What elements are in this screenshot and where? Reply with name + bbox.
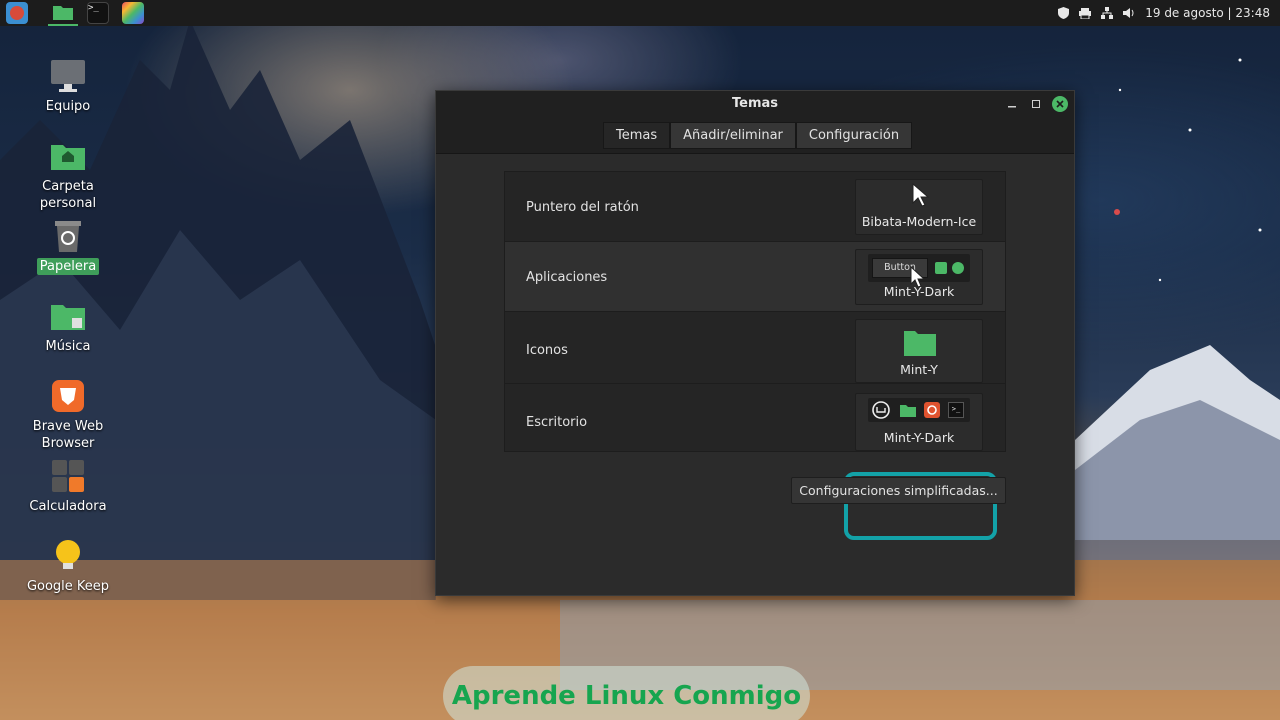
row-desktop: Escritorio >_ Mint-Y-Dark <box>505 384 1005 451</box>
row-label: Escritorio <box>526 414 588 430</box>
trash-icon <box>50 218 86 254</box>
printer-icon[interactable] <box>1079 7 1092 19</box>
tab-bar: Temas Añadir/eliminar Configuración <box>603 122 913 149</box>
tab-configuracion[interactable]: Configuración <box>795 122 913 149</box>
desktop-icon-label: Google Keep <box>26 579 110 594</box>
volume-icon[interactable] <box>1123 7 1135 19</box>
mouse-pointer-theme-button[interactable]: Bibata-Modern-Ice <box>855 179 983 235</box>
watermark: Aprende Linux Conmigo <box>443 666 810 720</box>
sample-radio-icon <box>952 262 964 274</box>
close-button[interactable] <box>1052 96 1068 112</box>
desktop-icon-musica[interactable]: Música <box>23 298 113 355</box>
computer-icon <box>50 58 86 94</box>
home-folder-icon <box>50 138 86 174</box>
keep-icon <box>50 538 86 574</box>
menu-launcher[interactable] <box>2 0 32 26</box>
maximize-button[interactable] <box>1028 96 1044 112</box>
top-panel: >_ 19 de agosto | 23:48 <box>0 0 1280 26</box>
brave-icon <box>50 378 86 414</box>
desktop-icon-google-keep[interactable]: Google Keep <box>23 538 113 595</box>
system-tray: 19 de agosto | 23:48 <box>1057 0 1270 26</box>
minimize-icon <box>1008 106 1016 108</box>
mouse-cursor-icon <box>910 266 926 288</box>
row-label: Aplicaciones <box>526 269 608 285</box>
maximize-icon <box>1032 100 1040 108</box>
icons-theme-button[interactable]: Mint-Y <box>855 319 983 383</box>
files-launcher[interactable] <box>48 0 78 26</box>
tab-temas[interactable]: Temas <box>603 122 671 149</box>
folder-icon <box>900 405 916 417</box>
themes-window: Temas Temas Añadir/eliminar Configuració… <box>435 90 1075 596</box>
theme-name: Mint-Y <box>900 362 938 377</box>
desktop-theme-button[interactable]: >_ Mint-Y-Dark <box>855 393 983 451</box>
window-controls <box>1004 96 1068 112</box>
theme-name: Bibata-Modern-Ice <box>861 214 977 229</box>
calculator-icon <box>50 458 86 494</box>
minimize-button[interactable] <box>1004 96 1020 112</box>
row-label: Iconos <box>526 342 568 358</box>
theme-sample: >_ <box>868 398 970 422</box>
mint-logo-icon <box>872 401 890 419</box>
music-folder-icon <box>50 298 86 334</box>
cursor-preview-icon <box>912 183 930 207</box>
terminal-icon: >_ <box>87 2 109 24</box>
backup-icon <box>924 402 940 418</box>
terminal-launcher[interactable]: >_ <box>83 0 113 26</box>
clock[interactable]: 19 de agosto | 23:48 <box>1145 6 1270 20</box>
close-icon <box>1056 100 1064 108</box>
desktop-icon-label: Equipo <box>45 99 91 114</box>
simplified-settings-button[interactable]: Configuraciones simplificadas... <box>791 477 1006 504</box>
menu-icon <box>6 2 28 24</box>
network-icon[interactable] <box>1101 7 1114 19</box>
folder-icon <box>904 331 936 356</box>
desktop-icon-label: Brave Web Browser <box>32 419 104 451</box>
sample-checkbox-icon <box>935 262 947 274</box>
desktop-icon-papelera[interactable]: Papelera <box>23 218 113 275</box>
theme-name: Mint-Y-Dark <box>883 430 955 445</box>
row-mouse-pointer: Puntero del ratón Bibata-Modern-Ice <box>505 172 1005 242</box>
files-icon <box>53 6 73 20</box>
window-titlebar[interactable]: Temas Temas Añadir/eliminar Configuració… <box>436 91 1074 154</box>
desktop-icon-label: Carpeta personal <box>39 179 97 211</box>
shield-icon[interactable] <box>1057 7 1069 19</box>
desktop-icon-label: Papelera <box>36 258 100 275</box>
paint-launcher[interactable] <box>118 0 148 26</box>
themes-list: Puntero del ratón Bibata-Modern-Ice Apli… <box>504 171 1006 452</box>
row-applications: Aplicaciones Button Mint-Y-Dark <box>505 242 1005 312</box>
desktop-icon-calculadora[interactable]: Calculadora <box>23 458 113 515</box>
desktop-icon-label: Calculadora <box>29 499 107 514</box>
desktop-icon-label: Música <box>45 339 91 354</box>
row-icons: Iconos Mint-Y <box>505 312 1005 384</box>
desktop-icon-carpeta-personal[interactable]: Carpeta personal <box>23 138 113 212</box>
window-title: Temas <box>731 96 778 111</box>
tab-anadir-eliminar[interactable]: Añadir/eliminar <box>670 122 796 149</box>
desktop-icon-equipo[interactable]: Equipo <box>23 58 113 115</box>
terminal-icon: >_ <box>948 402 964 418</box>
paint-icon <box>122 2 144 24</box>
row-label: Puntero del ratón <box>526 199 639 215</box>
desktop-icon-brave[interactable]: Brave Web Browser <box>23 378 113 452</box>
